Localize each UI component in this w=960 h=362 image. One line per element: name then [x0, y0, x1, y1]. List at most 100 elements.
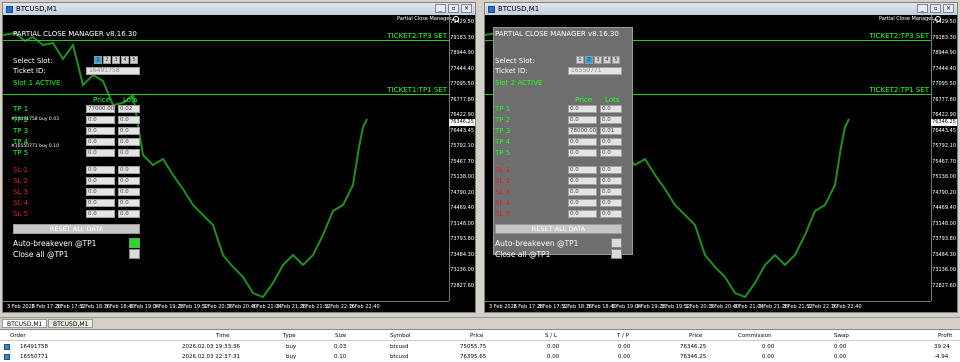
sl-lots-field[interactable]: 0.0: [600, 177, 622, 185]
price-chart[interactable]: Partial Close Manager TICKET2:TP3 SET TI…: [3, 15, 475, 312]
tp-price-field[interactable]: 0.0: [86, 138, 115, 146]
col-type[interactable]: Type: [283, 333, 296, 339]
chart-window-1[interactable]: BTCUSD,M1 _ ▫ × Partial Close Manager TI…: [2, 2, 476, 313]
sl-lots-field[interactable]: 0.0: [118, 210, 140, 218]
col-profit[interactable]: Profit: [938, 333, 952, 339]
chart-tab-1[interactable]: BTCUSD,M1: [2, 319, 48, 328]
cell-type: buy: [286, 354, 297, 360]
sl-lots-field[interactable]: 0.0: [600, 166, 622, 174]
restore-button[interactable]: ▫: [448, 4, 459, 13]
sl-price-field[interactable]: 0.0: [568, 177, 597, 185]
close-all-checkbox[interactable]: [129, 249, 140, 259]
sl-price-field[interactable]: 0.0: [86, 210, 115, 218]
tp-lots-field[interactable]: 0.01: [600, 127, 622, 135]
ticket-id-field[interactable]: 16491758: [86, 67, 140, 75]
reset-all-button[interactable]: RESET ALL DATA: [495, 224, 622, 234]
tp-price-field[interactable]: 0.0: [86, 149, 115, 157]
cell-size: 0.03: [334, 344, 347, 350]
col-tp[interactable]: T / P: [617, 333, 629, 339]
tp-lots-field[interactable]: 0.0: [600, 105, 622, 113]
sl-lots-field[interactable]: 0.0: [118, 188, 140, 196]
close-button[interactable]: ×: [461, 4, 472, 13]
slot-button-3[interactable]: 3: [594, 56, 602, 64]
sl-price-field[interactable]: 0.0: [568, 188, 597, 196]
tp-lots-field[interactable]: 0.02: [118, 105, 140, 113]
cell-commission: 0.00: [762, 344, 775, 350]
tp-price-field[interactable]: 0.0: [568, 149, 597, 157]
price-chart[interactable]: Partial Close Manager TICKET2:TP3 SET TI…: [485, 15, 957, 312]
sl-lots-field[interactable]: 0.0: [600, 210, 622, 218]
price-tick-label: 75138.00: [932, 174, 956, 180]
trade-terminal: Order Time Type Size Symbol Price S / L …: [0, 329, 960, 362]
window-titlebar[interactable]: BTCUSD,M1 _ ▫ ×: [3, 3, 475, 15]
sl-lots-field[interactable]: 0.0: [600, 188, 622, 196]
slot-button-5[interactable]: 5: [612, 56, 620, 64]
tp-lots-field[interactable]: 0.0: [600, 149, 622, 157]
minimize-button[interactable]: _: [435, 4, 446, 13]
tp-price-field[interactable]: 78000.00: [568, 127, 597, 135]
slot-button-4[interactable]: 4: [121, 56, 129, 64]
tp-price-field[interactable]: 77000.00: [86, 105, 115, 113]
slot-button-2[interactable]: 2: [103, 56, 111, 64]
minimize-button[interactable]: _: [917, 4, 928, 13]
auto-breakeven-checkbox[interactable]: [129, 238, 140, 248]
sl-price-field[interactable]: 0.0: [86, 166, 115, 174]
sl-price-field[interactable]: 0.0: [568, 210, 597, 218]
restore-button[interactable]: ▫: [930, 4, 941, 13]
time-axis: 3 Feb 2026 3 Feb 17:28 3 Feb 17:52 3 Feb 18…: [485, 301, 931, 312]
tp-row-label: TP 2: [495, 116, 511, 124]
tp-price-field[interactable]: 0.0: [568, 105, 597, 113]
col-symbol[interactable]: Symbol: [390, 333, 411, 339]
col-commission[interactable]: Commission: [738, 333, 772, 339]
tp-lots-field[interactable]: 0.0: [118, 149, 140, 157]
tp-lots-field[interactable]: 0.0: [118, 138, 140, 146]
col-price[interactable]: Price: [470, 333, 483, 339]
table-row[interactable]: 16491758 2026.02.03 19:33:36 buy 0.03 bt…: [0, 342, 960, 352]
sl-price-field[interactable]: 0.0: [568, 199, 597, 207]
sl-lots-field[interactable]: 0.0: [118, 199, 140, 207]
tp-lots-field[interactable]: 0.0: [600, 116, 622, 124]
tp-lots-field[interactable]: 0.0: [118, 116, 140, 124]
col-time[interactable]: Time: [216, 333, 229, 339]
sl-lots-field[interactable]: 0.0: [118, 177, 140, 185]
window-titlebar[interactable]: BTCUSD,M1 _ ▫ ×: [485, 3, 957, 15]
auto-breakeven-checkbox[interactable]: [611, 238, 622, 248]
ticket-id-field[interactable]: 16550771: [568, 67, 622, 75]
col-size[interactable]: Size: [335, 333, 346, 339]
slot-button-2[interactable]: 2: [585, 56, 593, 64]
slot-button-4[interactable]: 4: [603, 56, 611, 64]
close-button[interactable]: ×: [943, 4, 954, 13]
col-sl[interactable]: S / L: [545, 333, 557, 339]
sl-price-field[interactable]: 0.0: [86, 199, 115, 207]
tp-price-field[interactable]: 0.0: [86, 116, 115, 124]
panel-title: PARTIAL CLOSE MANAGER v8.16.30: [495, 30, 619, 38]
sl-lots-field[interactable]: 0.0: [118, 166, 140, 174]
sl-price-field[interactable]: 0.0: [86, 177, 115, 185]
col-current-price[interactable]: Price: [689, 333, 702, 339]
sl-lots-field[interactable]: 0.0: [600, 199, 622, 207]
tp-lots-field[interactable]: 0.0: [600, 138, 622, 146]
select-slot-label: Select Slot:: [495, 57, 535, 65]
slot-button-5[interactable]: 5: [130, 56, 138, 64]
slot-button-1[interactable]: 1: [94, 56, 102, 64]
sl-price-field[interactable]: 0.0: [86, 188, 115, 196]
chart-window-2[interactable]: BTCUSD,M1 _ ▫ × Partial Close Manager TI…: [484, 2, 958, 313]
chart-tab-2[interactable]: BTCUSD,M1: [48, 319, 94, 328]
sl-row-label: SL 1: [495, 166, 511, 174]
col-swap[interactable]: Swap: [834, 333, 849, 339]
table-row[interactable]: 16550771 2026.02.03 22:37:31 buy 0.10 bt…: [0, 352, 960, 362]
tp-price-field[interactable]: 0.0: [86, 127, 115, 135]
order-icon: [4, 344, 10, 350]
tp-price-field[interactable]: 0.0: [568, 138, 597, 146]
cell-time: 2026.02.03 19:33:36: [182, 344, 240, 350]
slot-status: Slot 1 ACTIVE: [13, 79, 61, 87]
close-all-checkbox[interactable]: [611, 249, 622, 259]
tp-lots-field[interactable]: 0.0: [118, 127, 140, 135]
slot-button-1[interactable]: 1: [576, 56, 584, 64]
sl-price-field[interactable]: 0.0: [568, 166, 597, 174]
tp-price-field[interactable]: 0.0: [568, 116, 597, 124]
reset-all-button[interactable]: RESET ALL DATA: [13, 224, 140, 234]
cell-symbol: btcusd: [390, 354, 409, 360]
col-order[interactable]: Order: [10, 333, 26, 339]
slot-button-3[interactable]: 3: [112, 56, 120, 64]
